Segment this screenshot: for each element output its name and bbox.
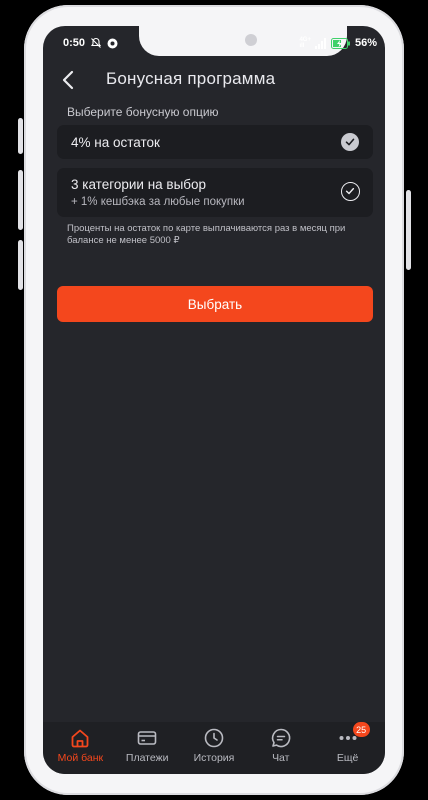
select-button[interactable]: Выбрать	[57, 286, 373, 322]
tab-more[interactable]: 25 Ещё	[317, 722, 379, 774]
tab-label: Чат	[272, 752, 290, 764]
tab-label: Мой банк	[57, 752, 104, 764]
option-subtitle: + 1% кешбэка за любые покупки	[71, 196, 245, 208]
unselected-check-icon	[341, 182, 360, 201]
page-title: Бонусная программа	[106, 69, 276, 88]
phone-side-button	[18, 118, 23, 154]
info-note: Проценты на остаток по карте выплачивают…	[67, 223, 346, 246]
back-arrow-icon[interactable]	[57, 68, 81, 92]
page-header: Бонусная программа	[43, 66, 385, 94]
signal-icon	[314, 37, 326, 49]
status-time: 0:50	[63, 37, 86, 49]
status-bar-right: 4G+ ıll 56%	[299, 37, 377, 49]
option-card-categories[interactable]: 3 категории на выбор + 1% кешбэка за люб…	[57, 168, 373, 217]
option-card-balance[interactable]: 4% на остаток	[57, 125, 373, 159]
option-title: 4% на остаток	[71, 135, 160, 150]
app-notification-icon	[107, 38, 118, 48]
tab-payments[interactable]: Платежи	[116, 722, 178, 774]
section-label: Выберите бонусную опцию	[67, 105, 219, 119]
tab-history[interactable]: История	[183, 722, 245, 774]
clock-icon	[204, 728, 224, 748]
status-bar-left: 0:50	[63, 37, 118, 49]
network-type: 4G+ ıll	[299, 37, 311, 49]
tab-label: Ещё	[336, 752, 359, 764]
phone-side-button	[18, 240, 23, 290]
tab-chat[interactable]: Чат	[250, 722, 312, 774]
notification-badge: 25	[352, 722, 370, 737]
app-screen: 0:50 4G+ ıll 56% Бонусная программа Выбе…	[43, 26, 385, 774]
card-icon	[137, 731, 157, 745]
home-icon	[71, 729, 89, 748]
battery-charging-icon	[330, 37, 350, 49]
chat-icon	[271, 728, 291, 748]
tab-my-bank[interactable]: Мой банк	[49, 722, 111, 774]
tab-label: Платежи	[125, 752, 169, 764]
tab-label: История	[193, 752, 235, 764]
battery-percent: 56%	[354, 37, 377, 49]
front-camera	[245, 34, 257, 46]
option-title: 3 категории на выбор	[71, 177, 207, 192]
phone-side-button	[406, 190, 411, 270]
selected-check-icon	[341, 133, 359, 151]
phone-side-button	[18, 170, 23, 230]
bottom-tab-bar: Мой банк Платежи История Чат 25 Ещё	[43, 722, 385, 774]
network-bottom: ıll	[299, 43, 305, 49]
mute-bell-icon	[91, 37, 102, 48]
